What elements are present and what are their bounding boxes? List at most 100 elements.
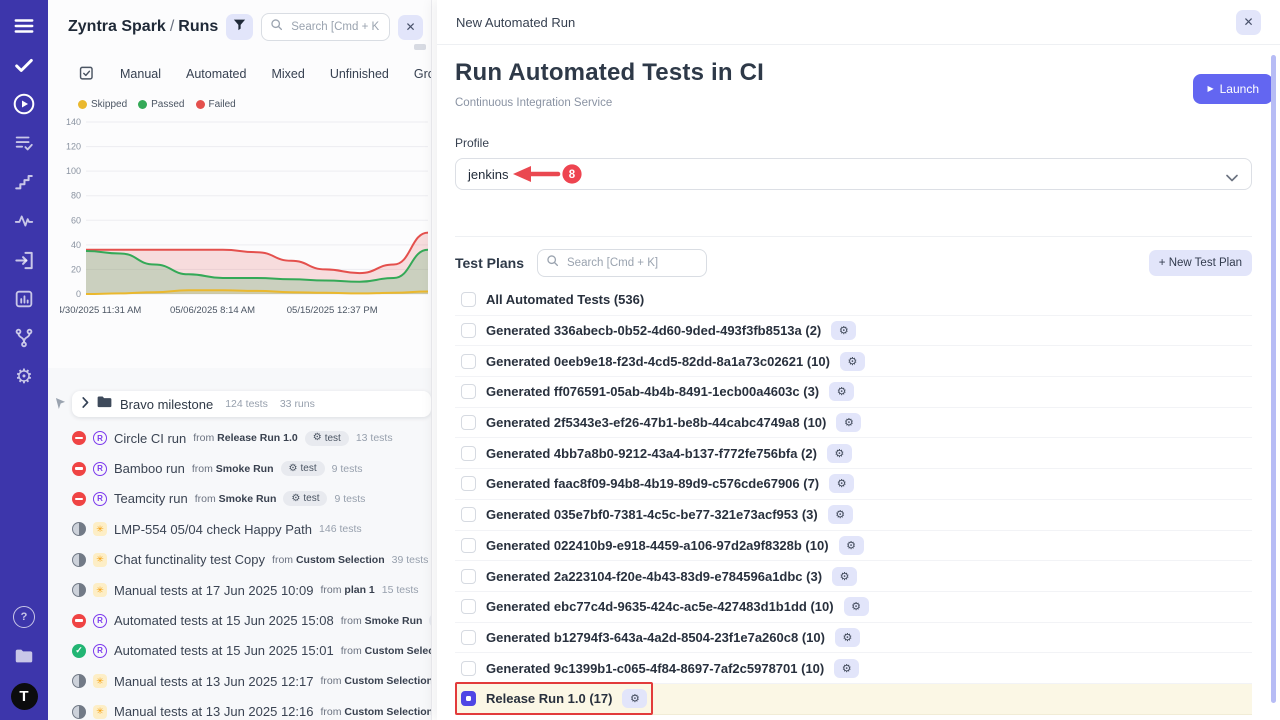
plan-settings-button[interactable]: ⚙ [835,628,860,647]
menu-icon[interactable] [12,14,36,38]
tag-label: test [300,463,316,474]
plan-settings-button[interactable]: ⚙ [827,444,852,463]
projects-folder-icon[interactable] [12,644,36,668]
run-row[interactable]: RTeamcity runfrom Smoke Run⚙test9 tests [48,484,431,514]
run-row[interactable]: ✓RAutomated tests at 15 Jun 2025 15:01fr… [48,636,431,666]
test-plan-row[interactable]: Generated b12794f3-643a-4a2d-8504-23f1e7… [455,623,1252,654]
run-row[interactable]: ✳Manual tests at 17 Jun 2025 10:09from p… [48,575,431,605]
reports-icon[interactable] [12,287,36,311]
svg-text:100: 100 [66,166,81,176]
test-plan-row[interactable]: Generated 336abecb-0b52-4d60-9ded-493f3f… [455,316,1252,347]
test-plan-row[interactable]: Generated faac8f09-94b8-4b19-89d9-c576cd… [455,469,1252,500]
runs-icon[interactable] [12,92,36,116]
plan-settings-button[interactable]: ⚙ [829,474,854,493]
clipped-ui-fragment [414,44,426,50]
plan-settings-button[interactable]: ⚙ [834,659,859,678]
test-tag-chip[interactable]: ⚙test [281,461,325,476]
test-plan-checkbox[interactable] [461,538,476,553]
test-plan-checkbox[interactable] [461,354,476,369]
plan-settings-button[interactable]: ⚙ [831,321,856,340]
breadcrumb-project[interactable]: Zyntra Spark [68,18,166,35]
run-source: from plan 1 [320,584,374,596]
pending-status-icon [72,522,86,536]
test-plans-icon[interactable] [12,131,36,155]
test-plan-checkbox[interactable] [461,476,476,491]
test-plan-checkbox[interactable] [461,384,476,399]
runs-panel-header: Zyntra Spark/Runs ✕ [48,0,431,41]
run-row[interactable]: RAutomated tests at 15 Jun 2025 15:08fro… [48,605,431,635]
plan-settings-button[interactable]: ⚙ [844,597,869,616]
automated-run-icon: R [93,431,107,445]
plan-settings-button[interactable]: ⚙ [622,689,647,708]
tasks-icon[interactable] [12,53,36,77]
select-all-icon[interactable] [78,64,95,84]
test-plan-checkbox[interactable] [461,292,476,307]
service-subtitle: Continuous Integration Service [455,97,1252,109]
run-row[interactable]: ✳LMP-554 05/04 check Happy Path146 tests [48,514,431,544]
plan-settings-button[interactable]: ⚙ [828,505,853,524]
run-row[interactable]: ✳Manual tests at 13 Jun 2025 12:17from C… [48,666,431,696]
filter-button[interactable] [226,14,253,40]
svg-text:60: 60 [71,215,81,225]
test-plan-row[interactable]: Generated 2f5343e3-ef26-47b1-be8b-44cabc… [455,408,1252,439]
test-plan-row[interactable]: Release Run 1.0 (17)⚙ [455,684,1252,715]
test-plans-search-input[interactable] [565,256,698,270]
profile-label: Profile [455,136,1252,150]
test-plan-checkbox[interactable] [461,507,476,522]
branches-icon[interactable] [12,326,36,350]
settings-icon[interactable]: ⚙ [12,365,36,389]
tab-manual[interactable]: Manual [120,67,161,81]
test-plan-row[interactable]: Generated ebc77c4d-9635-424c-ac5e-427483… [455,592,1252,623]
test-plan-row[interactable]: Generated 0eeb9e18-f23d-4cd5-82dd-8a1a73… [455,346,1252,377]
activity-icon[interactable] [12,209,36,233]
test-plan-row[interactable]: Generated 2a223104-f20e-4b43-83d9-e78459… [455,561,1252,592]
help-icon[interactable]: ? [12,605,36,629]
test-plan-row[interactable]: Generated 9c1399b1-c065-4f84-8697-7af2c5… [455,653,1252,684]
test-plan-row[interactable]: Generated e891c41f-8039-4e64-aa24-e0d56e… [455,715,1252,720]
test-tag-chip[interactable]: ⚙test [429,613,431,628]
milestone-row[interactable]: Bravo milestone 124 tests 33 runs [72,391,431,417]
tab-groups[interactable]: Groups [414,67,432,81]
plan-settings-button[interactable]: ⚙ [836,413,861,432]
test-plan-checkbox[interactable] [461,661,476,676]
tab-mixed[interactable]: Mixed [271,67,304,81]
test-plan-checkbox[interactable] [461,323,476,338]
test-plan-checkbox[interactable] [461,599,476,614]
test-plan-row[interactable]: Generated 4bb7a8b0-9212-43a4-b137-f772fe… [455,438,1252,469]
runs-search-input[interactable] [289,20,381,34]
run-title: Circle CI run [114,431,186,446]
test-plan-checkbox[interactable] [461,569,476,584]
tab-automated[interactable]: Automated [186,67,246,81]
profile-select[interactable]: jenkins 8 [455,158,1252,190]
run-row[interactable]: RBamboo runfrom Smoke Run⚙test9 tests [48,453,431,483]
chevron-right-icon[interactable] [82,395,89,413]
plan-settings-button[interactable]: ⚙ [832,567,857,586]
test-tag-chip[interactable]: ⚙test [305,431,349,446]
modal-scrollbar[interactable] [1271,55,1276,703]
test-plan-checkbox[interactable] [461,691,476,706]
test-plan-checkbox[interactable] [461,446,476,461]
plan-settings-button[interactable]: ⚙ [839,536,864,555]
test-plan-checkbox[interactable] [461,415,476,430]
legend-item: Passed [138,99,184,110]
tab-unfinished[interactable]: Unfinished [330,67,389,81]
panel-close-button[interactable]: ✕ [398,15,423,40]
run-row[interactable]: ✳Manual tests at 13 Jun 2025 12:16from C… [48,697,431,720]
run-row[interactable]: RCircle CI runfrom Release Run 1.0⚙test1… [48,423,431,453]
test-plan-row[interactable]: All Automated Tests (536) [455,285,1252,316]
test-plan-row[interactable]: Generated 022410b9-e918-4459-a106-97d2a9… [455,531,1252,562]
import-icon[interactable] [12,248,36,272]
test-plan-checkbox[interactable] [461,630,476,645]
new-test-plan-button[interactable]: + New Test Plan [1149,250,1252,276]
progress-steps-icon[interactable] [12,170,36,194]
app-logo[interactable]: T [11,683,38,710]
test-plan-row[interactable]: Generated 035e7bf0-7381-4c5c-be77-321e73… [455,500,1252,531]
launch-button[interactable]: ▶ Launch [1193,74,1273,104]
plan-settings-button[interactable]: ⚙ [840,352,865,371]
modal-close-button[interactable]: ✕ [1236,10,1261,35]
test-plan-row[interactable]: Generated ff076591-05ab-4b4b-8491-1ecb00… [455,377,1252,408]
run-row[interactable]: ✳Chat functinality test Copyfrom Custom … [48,545,431,575]
test-tag-chip[interactable]: ⚙test [283,491,327,506]
plan-settings-button[interactable]: ⚙ [829,382,854,401]
run-source: from Smoke Run [195,493,277,505]
